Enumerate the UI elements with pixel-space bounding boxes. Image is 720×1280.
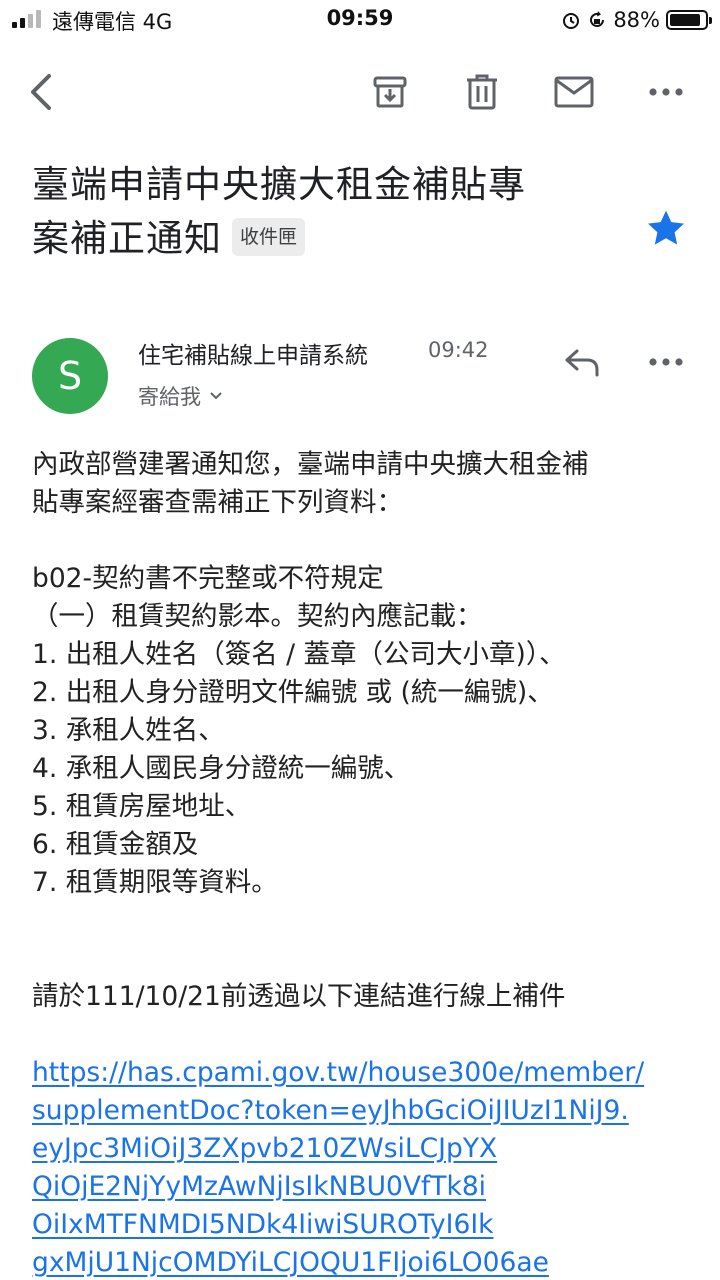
more-horizontal-icon <box>649 358 683 366</box>
deadline-text: 請於111/10/21前透過以下連結進行線上補件 <box>32 981 566 1012</box>
battery-icon <box>666 10 712 30</box>
subject-line-2: 案補正通知 收件匣 <box>32 212 632 266</box>
inbox-label-chip[interactable]: 收件匣 <box>232 217 306 256</box>
reply-icon <box>565 349 599 377</box>
subject-line-1: 臺端申請中央擴大租金補貼專 <box>32 163 526 206</box>
delete-button[interactable] <box>458 68 506 116</box>
recipient-label: 寄給我 <box>138 385 201 409</box>
sender-avatar[interactable]: S <box>32 338 108 414</box>
link-line[interactable]: OiIxMTFNMDI5NDk4IiwiSUROTyI6Ik <box>32 1206 702 1244</box>
intro-line-1: 內政部營建署通知您，臺端申請中央擴大租金補 <box>32 449 589 480</box>
star-icon <box>648 210 684 245</box>
back-arrow-icon <box>31 74 51 110</box>
subject-line-2-text: 案補正通知 <box>32 217 222 260</box>
list-item: 6. 租賃金額及 <box>32 829 199 860</box>
reply-button[interactable] <box>558 338 606 386</box>
supplement-link[interactable]: https://has.cpami.gov.tw/house300e/membe… <box>32 1054 702 1280</box>
star-button[interactable] <box>644 206 688 250</box>
back-button[interactable] <box>18 68 66 116</box>
mail-icon <box>554 76 594 108</box>
item-code: b02-契約書不完整或不符規定 <box>32 563 384 594</box>
rotation-lock-icon <box>590 11 605 27</box>
email-body: 內政部營建署通知您，臺端申請中央擴大租金補 貼專案經審查需補正下列資料： b02… <box>32 446 702 1280</box>
battery-percent: 88% <box>613 8 660 32</box>
more-options-button[interactable] <box>642 68 690 116</box>
more-horizontal-icon <box>649 88 683 96</box>
list-item: 7. 租賃期限等資料。 <box>32 867 278 898</box>
link-line[interactable]: https://has.cpami.gov.tw/house300e/membe… <box>32 1054 702 1092</box>
archive-icon <box>373 76 407 108</box>
email-subject: 臺端申請中央擴大租金補貼專 案補正通知 收件匣 <box>32 158 632 266</box>
list-item: 2. 出租人身分證明文件編號 或 (統一編號)、 <box>32 677 554 708</box>
status-right: 88% <box>561 6 712 34</box>
trash-icon <box>467 74 497 110</box>
recipient-details-toggle[interactable]: 寄給我 <box>138 381 223 411</box>
item-subtitle: （一）租賃契約影本。契約內應記載： <box>32 601 483 632</box>
link-line[interactable]: gxMjU1NjcOMDYiLCJOQU1FIjoi6LO06ae <box>32 1244 702 1280</box>
sent-time: 09:42 <box>428 338 489 362</box>
link-line[interactable]: supplementDoc?token=eyJhbGciOiJIUzI1NiJ9… <box>32 1092 702 1130</box>
list-item: 4. 承租人國民身分證統一編號、 <box>32 753 411 784</box>
chevron-down-icon <box>210 392 222 400</box>
list-item: 5. 租賃房屋地址、 <box>32 791 252 822</box>
list-item: 3. 承租人姓名、 <box>32 715 225 746</box>
status-bar: 遠傳電信 4G 09:59 88% <box>0 0 720 40</box>
link-line[interactable]: eyJpc3MiOiJ3ZXpvb210ZWsiLCJpYX <box>32 1130 702 1168</box>
sender-name: 住宅補貼線上申請系統 <box>138 343 368 369</box>
archive-button[interactable] <box>366 68 414 116</box>
list-item: 1. 出租人姓名（簽名 / 蓋章（公司大小章)）、 <box>32 639 566 670</box>
email-toolbar <box>0 60 720 124</box>
mark-unread-button[interactable] <box>550 68 598 116</box>
message-more-button[interactable] <box>642 338 690 386</box>
intro-line-2: 貼專案經審查需補正下列資料： <box>32 487 403 518</box>
link-line[interactable]: QiOjE2NjYyMzAwNjIsIkNBU0VfTk8i <box>32 1168 702 1206</box>
alarm-icon <box>563 13 580 29</box>
